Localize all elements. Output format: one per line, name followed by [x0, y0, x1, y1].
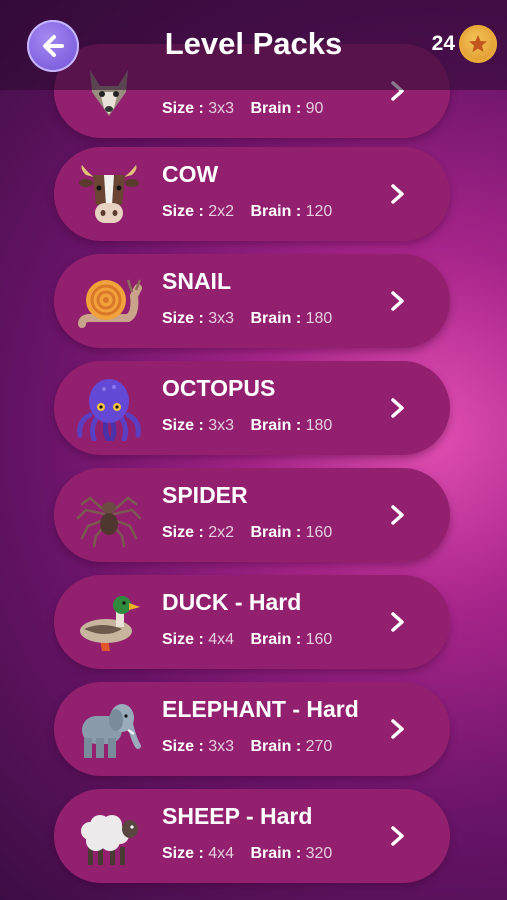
chevron-right-icon: [391, 826, 404, 846]
brain-label: Brain :: [250, 417, 302, 434]
brain-value: 320: [305, 845, 333, 862]
brain-value: 160: [305, 524, 333, 541]
brain-value: 120: [305, 203, 333, 220]
pack-stats: Size : 4x4 Brain : 320: [162, 845, 344, 863]
size-value: 3x3: [208, 100, 235, 117]
size-label: Size :: [162, 310, 204, 327]
brain-value: 160: [305, 631, 333, 648]
brain-label: Brain :: [250, 100, 302, 117]
brain-label: Brain :: [250, 845, 302, 862]
brain-value: 270: [305, 738, 333, 755]
brain-label: Brain :: [250, 203, 302, 220]
size-label: Size :: [162, 524, 204, 541]
size-value: 2x2: [208, 203, 235, 220]
size-label: Size :: [162, 631, 204, 648]
brain-label: Brain :: [250, 310, 302, 327]
star-icon: [469, 35, 487, 52]
elephant-icon: [82, 704, 141, 758]
chevron-right-icon: [391, 291, 404, 311]
size-label: Size :: [162, 203, 204, 220]
sheep-icon: [81, 815, 138, 865]
pack-stats: Size : 3x3 Brain : 270: [162, 738, 344, 756]
level-pack-card-octopus[interactable]: OCTOPUS Size : 3x3 Brain : 180: [54, 361, 450, 455]
size-value: 3x3: [208, 738, 235, 755]
pack-name: ELEPHANT - Hard: [162, 696, 359, 722]
level-pack-card-cow[interactable]: COW Size : 2x2 Brain : 120: [54, 147, 450, 241]
duck-icon: [80, 596, 140, 651]
brain-value: 180: [305, 417, 333, 434]
pack-name: SHEEP - Hard: [162, 803, 313, 829]
pack-stats: Size : 3x3 Brain : 180: [162, 417, 344, 435]
level-pack-card-elephant[interactable]: ELEPHANT - Hard Size : 3x3 Brain : 270: [54, 682, 450, 776]
size-label: Size :: [162, 417, 204, 434]
level-pack-card-snail[interactable]: SNAIL Size : 3x3 Brain : 180: [54, 254, 450, 348]
size-value: 4x4: [208, 631, 235, 648]
brain-value: 90: [305, 100, 324, 117]
level-pack-card-sheep[interactable]: SHEEP - Hard Size : 4x4 Brain : 320: [54, 789, 450, 883]
octopus-icon: [77, 379, 141, 441]
snail-icon: [78, 279, 142, 328]
pack-stats: Size : 3x3 Brain : 90: [162, 100, 335, 118]
pack-stats: Size : 2x2 Brain : 120: [162, 203, 344, 221]
spider-icon: [76, 496, 142, 548]
chevron-right-icon: [391, 184, 404, 204]
level-pack-card-duck[interactable]: DUCK - Hard Size : 4x4 Brain : 160: [54, 575, 450, 669]
pack-name: OCTOPUS: [162, 375, 276, 401]
coin-balance[interactable]: 24: [432, 25, 497, 63]
pack-name: SPIDER: [162, 482, 248, 508]
size-label: Size :: [162, 738, 204, 755]
size-label: Size :: [162, 100, 204, 117]
pack-name: DUCK - Hard: [162, 589, 302, 615]
brain-label: Brain :: [250, 631, 302, 648]
pack-stats: Size : 4x4 Brain : 160: [162, 631, 344, 649]
size-value: 4x4: [208, 845, 235, 862]
pack-stats: Size : 3x3 Brain : 180: [162, 310, 344, 328]
cow-icon: [79, 165, 139, 223]
size-label: Size :: [162, 845, 204, 862]
coin-count: 24: [431, 32, 455, 55]
chevron-right-icon: [391, 612, 404, 632]
chevron-right-icon: [391, 398, 404, 418]
star-coin-icon: [459, 25, 497, 63]
size-value: 3x3: [208, 417, 235, 434]
chevron-right-icon: [391, 719, 404, 739]
pack-stats: Size : 2x2 Brain : 160: [162, 524, 344, 542]
brain-label: Brain :: [250, 738, 302, 755]
pack-name: COW: [162, 161, 219, 187]
level-pack-card-spider[interactable]: SPIDER Size : 2x2 Brain : 160: [54, 468, 450, 562]
pack-name: SNAIL: [162, 268, 231, 294]
brain-label: Brain :: [250, 524, 302, 541]
size-value: 2x2: [208, 524, 235, 541]
chevron-right-icon: [391, 505, 404, 525]
brain-value: 180: [305, 310, 333, 327]
top-bar: Level Packs 24: [0, 0, 507, 90]
size-value: 3x3: [208, 310, 235, 327]
